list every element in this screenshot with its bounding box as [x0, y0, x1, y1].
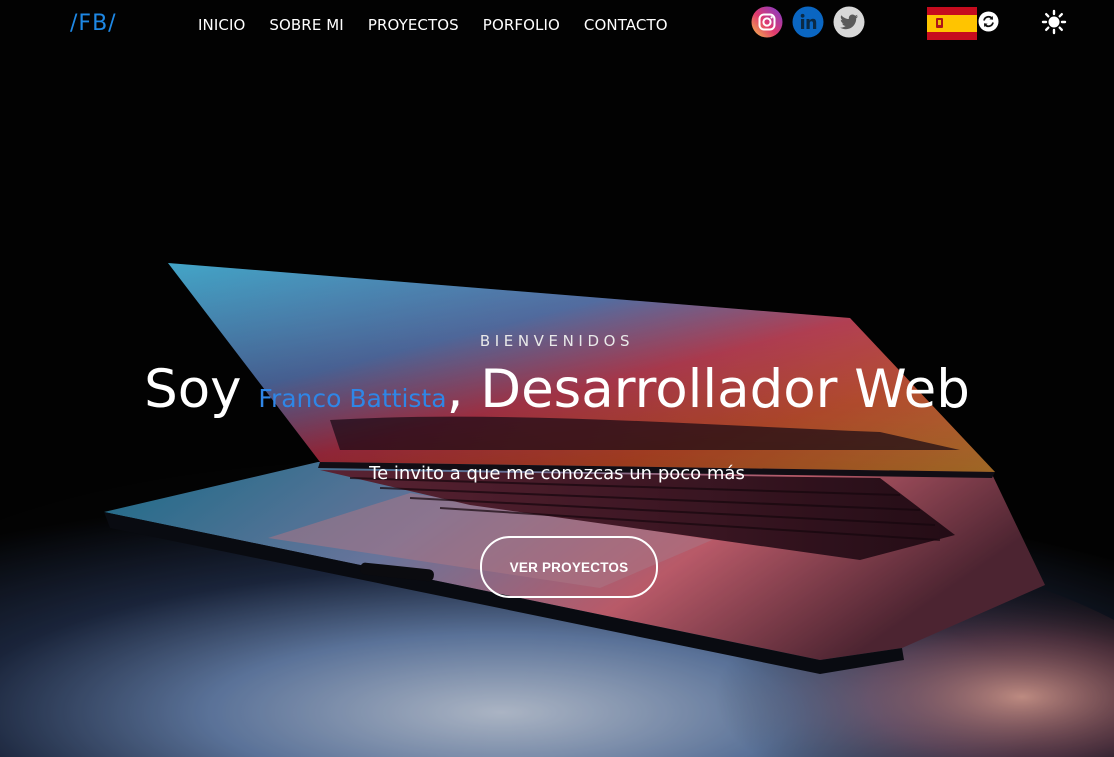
refresh-icon[interactable]: [978, 11, 999, 32]
nav-link-proyectos[interactable]: PROYECTOS: [368, 16, 459, 34]
social-links: [751, 6, 865, 38]
sun-icon[interactable]: [1040, 8, 1068, 36]
linkedin-link[interactable]: [792, 6, 824, 38]
ver-proyectos-button[interactable]: VER PROYECTOS: [480, 536, 658, 598]
headline-prefix: Soy: [144, 359, 259, 420]
hero-name: Franco Battista: [258, 384, 447, 413]
nav-menu: INICIO SOBRE MI PROYECTOS PORFOLIO CONTA…: [198, 16, 692, 35]
linkedin-icon: [792, 6, 824, 38]
instagram-icon: [751, 6, 783, 38]
nav-link-sobre-mi[interactable]: SOBRE MI: [269, 16, 343, 34]
hero-welcome: BIENVENIDOS: [479, 332, 635, 350]
hero-headline: Soy Franco Battista, Desarrollador Web: [0, 359, 1114, 420]
nav-link-inicio[interactable]: INICIO: [198, 16, 245, 34]
nav-link-porfolio[interactable]: PORFOLIO: [483, 16, 560, 34]
twitter-icon: [833, 6, 865, 38]
spain-flag-icon: [927, 7, 977, 40]
logo[interactable]: /FB/: [70, 11, 117, 36]
nav-link-contacto[interactable]: CONTACTO: [584, 16, 668, 34]
navbar: /FB/ INICIO SOBRE MI PROYECTOS PORFOLIO …: [0, 0, 1114, 50]
headline-suffix: , Desarrollador Web: [446, 359, 970, 420]
page: /FB/ INICIO SOBRE MI PROYECTOS PORFOLIO …: [0, 0, 1114, 757]
hero-subtitle: Te invito a que me conozcas un poco más: [369, 463, 745, 484]
language-flag-button[interactable]: [927, 7, 977, 40]
twitter-link[interactable]: [833, 6, 865, 38]
instagram-link[interactable]: [751, 6, 783, 38]
